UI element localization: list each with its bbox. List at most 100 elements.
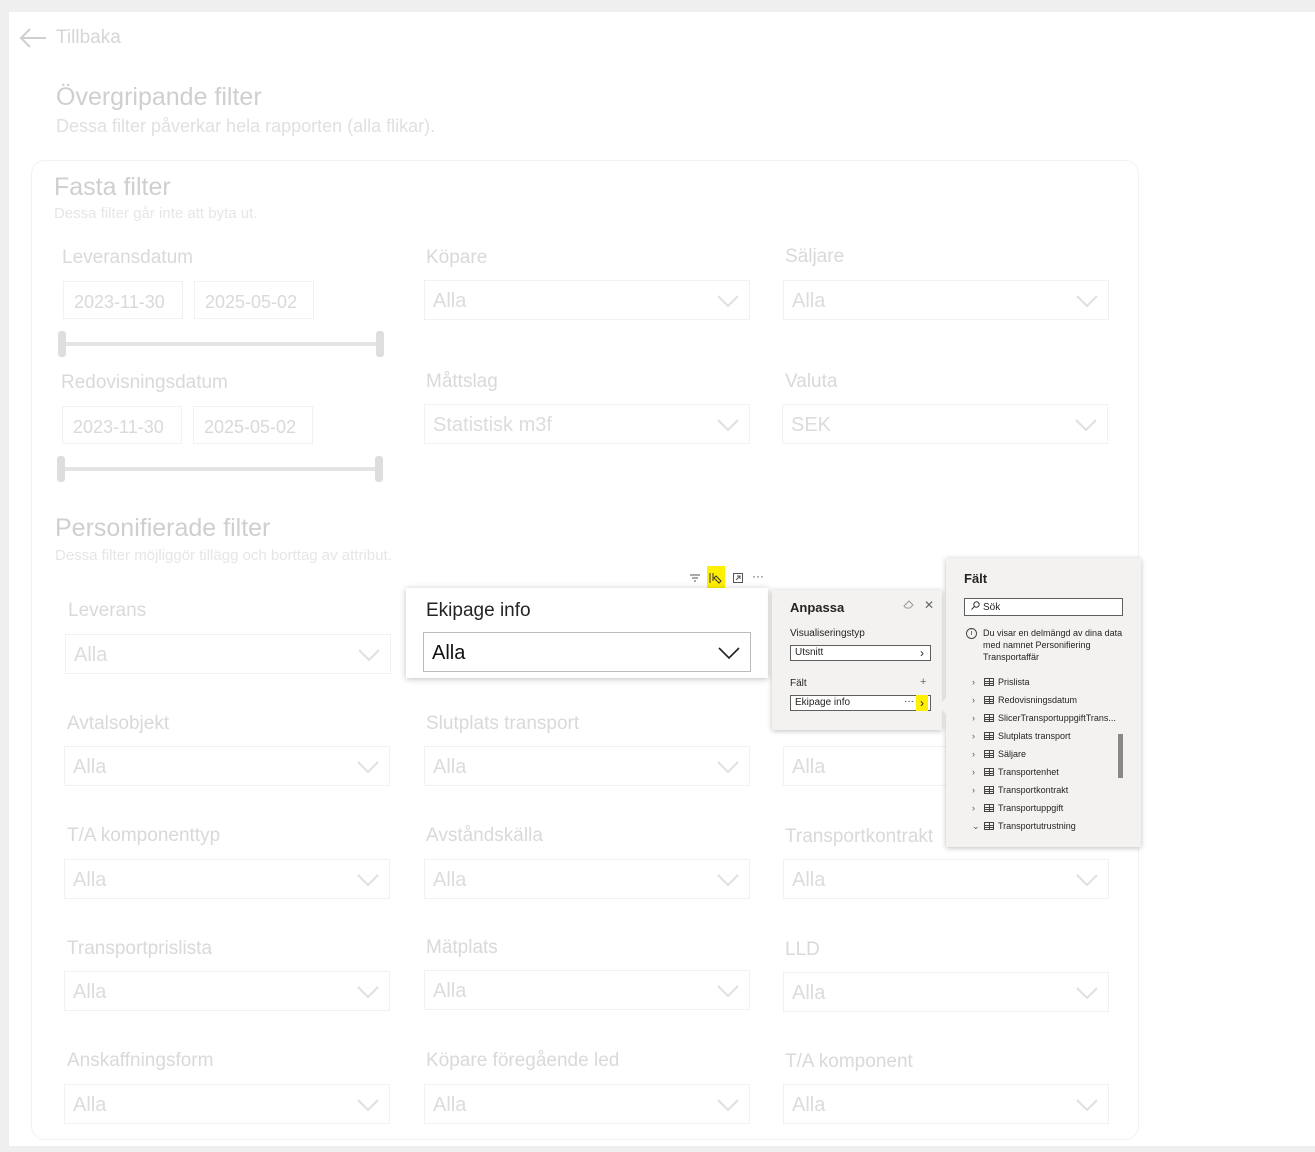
dropdown-value: Alla — [433, 1094, 467, 1116]
field-table-item[interactable]: › Säljare — [972, 747, 1026, 761]
slider-handle-end[interactable] — [376, 331, 384, 357]
field-table-label: Transportenhet — [998, 767, 1059, 777]
ekipage-info-slicer[interactable]: Ekipage info Alla — [406, 588, 768, 678]
redovisningsdatum-from[interactable]: 2023-11-30 — [62, 406, 182, 444]
valuta-dropdown[interactable]: SEK — [782, 404, 1108, 444]
slider-track — [61, 467, 379, 471]
back-label: Tillbaka — [56, 27, 121, 48]
edit-icon[interactable] — [707, 566, 725, 590]
field-table-label: Prislista — [998, 677, 1030, 687]
chevron-right-icon[interactable]: › — [916, 695, 928, 711]
filter-dropdown[interactable]: Alla — [64, 971, 390, 1011]
field-table-item[interactable]: › Redovisningsdatum — [972, 693, 1077, 707]
page-title: Övergripande filter — [56, 83, 262, 111]
filter-dropdown[interactable]: Alla — [783, 972, 1109, 1012]
dropdown-value: Alla — [433, 980, 467, 1002]
dropdown-value: Alla — [792, 1094, 826, 1116]
field-well-item[interactable]: Ekipage info ··· › — [790, 695, 931, 711]
chevron-down-icon — [1076, 987, 1098, 1000]
dropdown-value: Alla — [792, 982, 826, 1004]
chevron-right-icon: › — [972, 677, 975, 687]
focus-icon[interactable] — [729, 568, 747, 588]
field-table-label: Transportutrustning — [998, 821, 1076, 831]
saljare-dropdown[interactable]: Alla — [783, 280, 1109, 320]
filter-dropdown[interactable]: Alla — [424, 970, 750, 1010]
dropdown-value: Alla — [73, 1094, 107, 1116]
filter-dropdown[interactable]: Alla — [424, 859, 750, 899]
chevron-down-icon — [1075, 419, 1097, 432]
redovisningsdatum-slider[interactable] — [57, 456, 383, 482]
more-icon[interactable]: ··· — [904, 696, 914, 707]
chevron-down-icon — [717, 761, 739, 774]
chevron-right-icon: › — [972, 695, 975, 705]
chevron-right-icon: › — [972, 731, 975, 741]
filter-dropdown[interactable]: Alla — [783, 1084, 1109, 1124]
anpassa-title: Anpassa — [790, 600, 845, 615]
saljare-label: Säljare — [785, 246, 845, 267]
table-icon — [984, 750, 994, 758]
field-table-item[interactable]: › Transportkontrakt — [972, 783, 1068, 797]
filter-dropdown[interactable]: Alla — [65, 634, 391, 674]
leveransdatum-slider[interactable] — [58, 331, 384, 357]
dropdown-value: Alla — [433, 869, 467, 891]
dropdown-value: Alla — [792, 290, 826, 312]
chevron-down-icon — [1076, 874, 1098, 887]
info-icon: i — [966, 628, 977, 639]
chevron-right-icon: › — [972, 785, 975, 795]
add-field-icon[interactable]: + — [920, 676, 926, 688]
dropdown-value: Alla — [432, 642, 466, 664]
eraser-icon[interactable] — [903, 598, 915, 612]
field-table-item[interactable]: › Prislista — [972, 675, 1030, 689]
field-table-item[interactable]: › SlicerTransportuppgiftTrans... — [972, 711, 1116, 725]
fixed-filter-subtitle: Dessa filter går inte att byta ut. — [54, 205, 258, 222]
filter-label: Avtalsobjekt — [67, 713, 170, 734]
chevron-down-icon — [357, 874, 379, 887]
slider-handle-end[interactable] — [375, 456, 383, 482]
arrow-left-icon — [19, 28, 46, 48]
filter-dropdown[interactable]: Alla — [64, 859, 390, 899]
search-placeholder: Sök — [983, 602, 1001, 613]
anpassa-panel: Anpassa ✕ Visualiseringstyp Utsnitt › Fä… — [772, 590, 942, 730]
vis-type-field[interactable]: Utsnitt › — [790, 645, 931, 661]
slicer-dropdown[interactable]: Alla — [423, 632, 751, 672]
chevron-right-icon: › — [972, 713, 975, 723]
leveransdatum-label: Leveransdatum — [62, 247, 193, 268]
filter-icon[interactable] — [686, 568, 704, 588]
field-table-item[interactable]: › Slutplats transport — [972, 729, 1071, 743]
chevron-down-icon — [357, 986, 379, 999]
filter-label: Köpare föregående led — [426, 1050, 620, 1071]
leveransdatum-to[interactable]: 2025-05-02 — [194, 281, 314, 319]
field-section-label: Fält — [790, 678, 807, 689]
field-table-item[interactable]: › Transportuppgift — [972, 801, 1063, 815]
vis-type-value: Utsnitt — [795, 647, 824, 658]
field-search-input[interactable]: Sök — [964, 598, 1123, 616]
leveransdatum-from[interactable]: 2023-11-30 — [63, 281, 183, 319]
filter-dropdown[interactable]: Alla — [64, 746, 390, 786]
filter-label: Avståndskälla — [426, 825, 543, 846]
slider-handle-start[interactable] — [57, 456, 65, 482]
filter-label: LLD — [785, 939, 820, 960]
close-icon[interactable]: ✕ — [924, 598, 934, 612]
slider-handle-start[interactable] — [58, 331, 66, 357]
scrollbar-thumb[interactable] — [1118, 734, 1123, 778]
filter-dropdown[interactable]: Alla — [424, 1084, 750, 1124]
kopare-label: Köpare — [426, 247, 488, 268]
filter-dropdown[interactable]: Alla — [424, 746, 750, 786]
filter-dropdown[interactable]: Alla — [64, 1084, 390, 1124]
chevron-down-icon — [358, 649, 380, 662]
chevron-down-icon — [717, 874, 739, 887]
dropdown-value: Alla — [792, 756, 826, 778]
more-icon[interactable]: ··· — [749, 566, 767, 586]
filter-dropdown[interactable]: Alla — [783, 859, 1109, 899]
chevron-down-icon — [718, 647, 740, 660]
filter-label: Transportkontrakt — [785, 826, 934, 847]
mattslag-dropdown[interactable]: Statistisk m3f — [424, 404, 750, 444]
field-table-item[interactable]: ⌄ Transportutrustning — [972, 819, 1076, 833]
chevron-down-icon — [357, 761, 379, 774]
filter-label: Transportprislista — [67, 938, 213, 959]
back-button[interactable]: Tillbaka — [18, 27, 121, 49]
kopare-dropdown[interactable]: Alla — [424, 280, 750, 320]
redovisningsdatum-to[interactable]: 2025-05-02 — [193, 406, 313, 444]
field-table-item[interactable]: › Transportenhet — [972, 765, 1059, 779]
chevron-down-icon — [1076, 1099, 1098, 1112]
